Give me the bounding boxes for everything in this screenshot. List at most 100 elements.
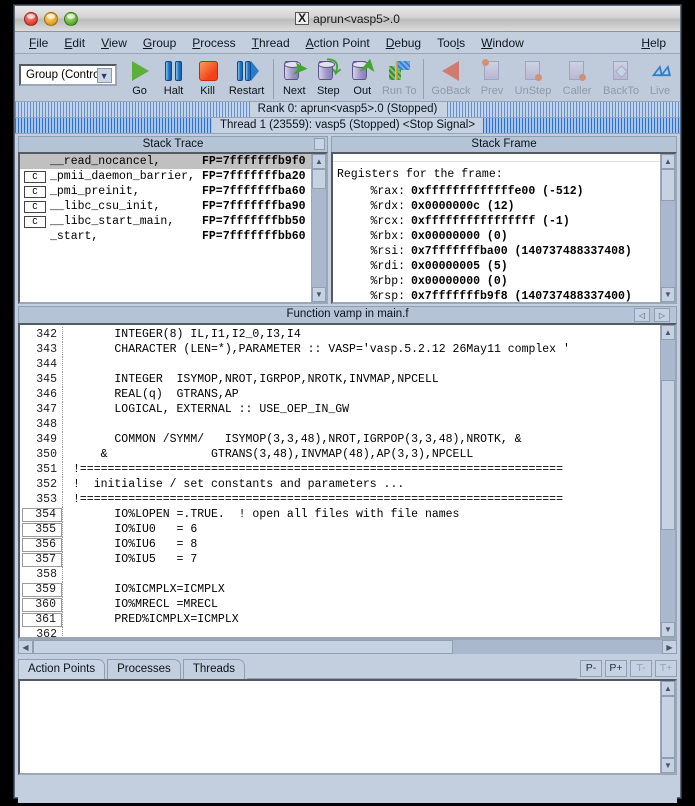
line-number[interactable]: 357 bbox=[22, 552, 62, 567]
source-line[interactable]: 360 IO%MRECL =MRECL bbox=[20, 597, 660, 612]
scroll-down-icon[interactable]: ▼ bbox=[312, 287, 326, 302]
group-scope-selector[interactable]: Group (Control) ▼ bbox=[19, 64, 117, 86]
source-line[interactable]: 359 IO%ICMPLX=ICMPLX bbox=[20, 582, 660, 597]
scroll-thumb[interactable] bbox=[661, 696, 675, 758]
run-to-button[interactable]: Run To bbox=[379, 57, 419, 101]
process-minus-button[interactable]: P- bbox=[580, 659, 602, 677]
line-number[interactable]: 354 bbox=[22, 507, 62, 522]
tab-processes[interactable]: Processes bbox=[107, 659, 181, 679]
register-row[interactable]: %rsp: 0x7fffffffb9f8 (140737488337400) bbox=[333, 290, 660, 302]
source-line[interactable]: 350 & GTRANS(3,48),INVMAP(48),AP(3,3),NP… bbox=[20, 447, 660, 462]
next-button[interactable]: ➤ Next bbox=[277, 57, 311, 101]
goback-button[interactable]: GoBack bbox=[428, 57, 474, 101]
menu-action-point[interactable]: Action Point bbox=[298, 34, 378, 52]
scroll-thumb[interactable] bbox=[661, 169, 675, 201]
chevron-down-icon[interactable]: ▼ bbox=[96, 68, 112, 83]
register-row[interactable]: %rbp: 0x00000000 (0) bbox=[333, 275, 660, 290]
tab-threads[interactable]: Threads bbox=[182, 659, 245, 679]
source-next-button[interactable]: ▷ bbox=[654, 308, 670, 322]
prev-button[interactable]: Prev bbox=[474, 57, 510, 101]
line-number[interactable]: 358 bbox=[20, 568, 62, 581]
line-number[interactable]: 346 bbox=[20, 388, 62, 401]
source-line[interactable]: 344 bbox=[20, 357, 660, 372]
source-line[interactable]: 345 INTEGER ISYMOP,NROT,IGRPOP,NROTK,INV… bbox=[20, 372, 660, 387]
line-number[interactable]: 348 bbox=[20, 418, 62, 431]
caller-button[interactable]: Caller bbox=[556, 57, 598, 101]
close-button[interactable] bbox=[24, 11, 38, 26]
scroll-down-icon[interactable]: ▼ bbox=[661, 758, 675, 773]
out-button[interactable]: ⮝ Out bbox=[345, 57, 379, 101]
go-button[interactable]: Go bbox=[123, 57, 157, 101]
stack-frame-row[interactable]: C _pmi_preinit, FP=7fffffffba60 bbox=[20, 184, 311, 199]
line-number[interactable]: 362 bbox=[20, 628, 62, 637]
line-number[interactable]: 350 bbox=[20, 448, 62, 461]
stack-trace-list[interactable]: __read_nocancel, FP=7fffffffb9f0 C _pmii… bbox=[20, 154, 311, 302]
pane-resize-grip[interactable] bbox=[314, 138, 325, 150]
stack-frame-row[interactable]: __read_nocancel, FP=7fffffffb9f0 bbox=[20, 154, 311, 169]
scroll-trough[interactable] bbox=[661, 340, 675, 622]
line-number[interactable]: 351 bbox=[20, 463, 62, 476]
menu-debug[interactable]: Debug bbox=[378, 34, 429, 52]
backto-button[interactable]: BackTo bbox=[598, 57, 644, 101]
source-line[interactable]: 356 IO%IU6 = 8 bbox=[20, 537, 660, 552]
stack-trace-vscrollbar[interactable]: ▲ ▼ bbox=[311, 154, 326, 302]
scroll-trough[interactable] bbox=[661, 696, 675, 758]
scroll-up-icon[interactable]: ▲ bbox=[312, 154, 326, 169]
source-line[interactable]: 352 ! initialise / set constants and para… bbox=[20, 477, 660, 492]
register-row[interactable]: %rdi: 0x00000005 (5) bbox=[333, 260, 660, 275]
register-row[interactable]: %rax: 0xfffffffffffffe00 (-512) bbox=[333, 185, 660, 200]
kill-button[interactable]: Kill bbox=[191, 57, 225, 101]
scroll-left-icon[interactable]: ◀ bbox=[18, 640, 33, 654]
source-line[interactable]: 353 !====================================… bbox=[20, 492, 660, 507]
scroll-up-icon[interactable]: ▲ bbox=[661, 681, 675, 696]
stack-frame-row[interactable]: C _pmii_daemon_barrier, FP=7fffffffba20 bbox=[20, 169, 311, 184]
line-number[interactable]: 360 bbox=[22, 597, 62, 612]
register-row[interactable]: %rbx: 0x00000000 (0) bbox=[333, 230, 660, 245]
menu-help[interactable]: Help bbox=[633, 34, 674, 52]
line-number[interactable]: 342 bbox=[20, 328, 62, 341]
source-hscrollbar[interactable]: ◀ ▶ bbox=[18, 639, 677, 654]
source-line[interactable]: 347 LOGICAL, EXTERNAL :: USE_OEP_IN_GW bbox=[20, 402, 660, 417]
menu-tools[interactable]: Tools bbox=[429, 34, 473, 52]
unstep-button[interactable]: UnStep bbox=[510, 57, 556, 101]
scroll-down-icon[interactable]: ▼ bbox=[661, 287, 675, 302]
action-points-content[interactable] bbox=[20, 681, 660, 773]
scroll-trough[interactable] bbox=[33, 640, 662, 654]
register-row[interactable]: %rcx: 0xffffffffffffffff (-1) bbox=[333, 215, 660, 230]
line-number[interactable]: 355 bbox=[22, 522, 62, 537]
line-number[interactable]: 344 bbox=[20, 358, 62, 371]
scroll-thumb[interactable] bbox=[312, 169, 326, 189]
source-line[interactable]: 343 CHARACTER (LEN=*),PARAMETER :: VASP=… bbox=[20, 342, 660, 357]
minimize-button[interactable] bbox=[44, 11, 58, 26]
process-plus-button[interactable]: P+ bbox=[605, 659, 627, 677]
scroll-thumb[interactable] bbox=[661, 380, 675, 530]
thread-minus-button[interactable]: T- bbox=[630, 659, 652, 677]
action-points-list[interactable]: ▲ ▼ bbox=[18, 679, 677, 775]
scroll-down-icon[interactable]: ▼ bbox=[661, 622, 675, 637]
source-vscrollbar[interactable]: ▲ ▼ bbox=[660, 325, 675, 637]
source-line[interactable]: 362 bbox=[20, 627, 660, 637]
source-line[interactable]: 349 COMMON /SYMM/ ISYMOP(3,3,48),NROT,IG… bbox=[20, 432, 660, 447]
scroll-up-icon[interactable]: ▲ bbox=[661, 325, 675, 340]
step-button[interactable]: ⤵ Step bbox=[311, 57, 345, 101]
line-number[interactable]: 349 bbox=[20, 433, 62, 446]
line-number[interactable]: 353 bbox=[20, 493, 62, 506]
maximize-button[interactable] bbox=[64, 11, 78, 26]
scroll-trough[interactable] bbox=[312, 169, 326, 287]
menu-view[interactable]: View bbox=[93, 34, 135, 52]
line-number[interactable]: 352 bbox=[20, 478, 62, 491]
scroll-thumb[interactable] bbox=[33, 640, 453, 654]
line-number[interactable]: 343 bbox=[20, 343, 62, 356]
source-line[interactable]: 355 IO%IU0 = 6 bbox=[20, 522, 660, 537]
thread-plus-button[interactable]: T+ bbox=[655, 659, 677, 677]
source-line[interactable]: 354 IO%LOPEN =.TRUE. ! open all files wi… bbox=[20, 507, 660, 522]
scroll-trough[interactable] bbox=[661, 169, 675, 287]
line-number[interactable]: 359 bbox=[22, 582, 62, 597]
stack-frame-row[interactable]: C __libc_csu_init, FP=7fffffffba90 bbox=[20, 199, 311, 214]
stack-frame-row[interactable]: C __libc_start_main, FP=7fffffffbb50 bbox=[20, 214, 311, 229]
source-line[interactable]: 348 bbox=[20, 417, 660, 432]
register-row[interactable]: %rsi: 0x7fffffffba00 (140737488337408) bbox=[333, 245, 660, 260]
source-line[interactable]: 361 PRED%ICMPLX=ICMPLX bbox=[20, 612, 660, 627]
registers-list[interactable]: Registers for the frame: %rax: 0xfffffff… bbox=[333, 154, 660, 302]
line-number[interactable]: 347 bbox=[20, 403, 62, 416]
